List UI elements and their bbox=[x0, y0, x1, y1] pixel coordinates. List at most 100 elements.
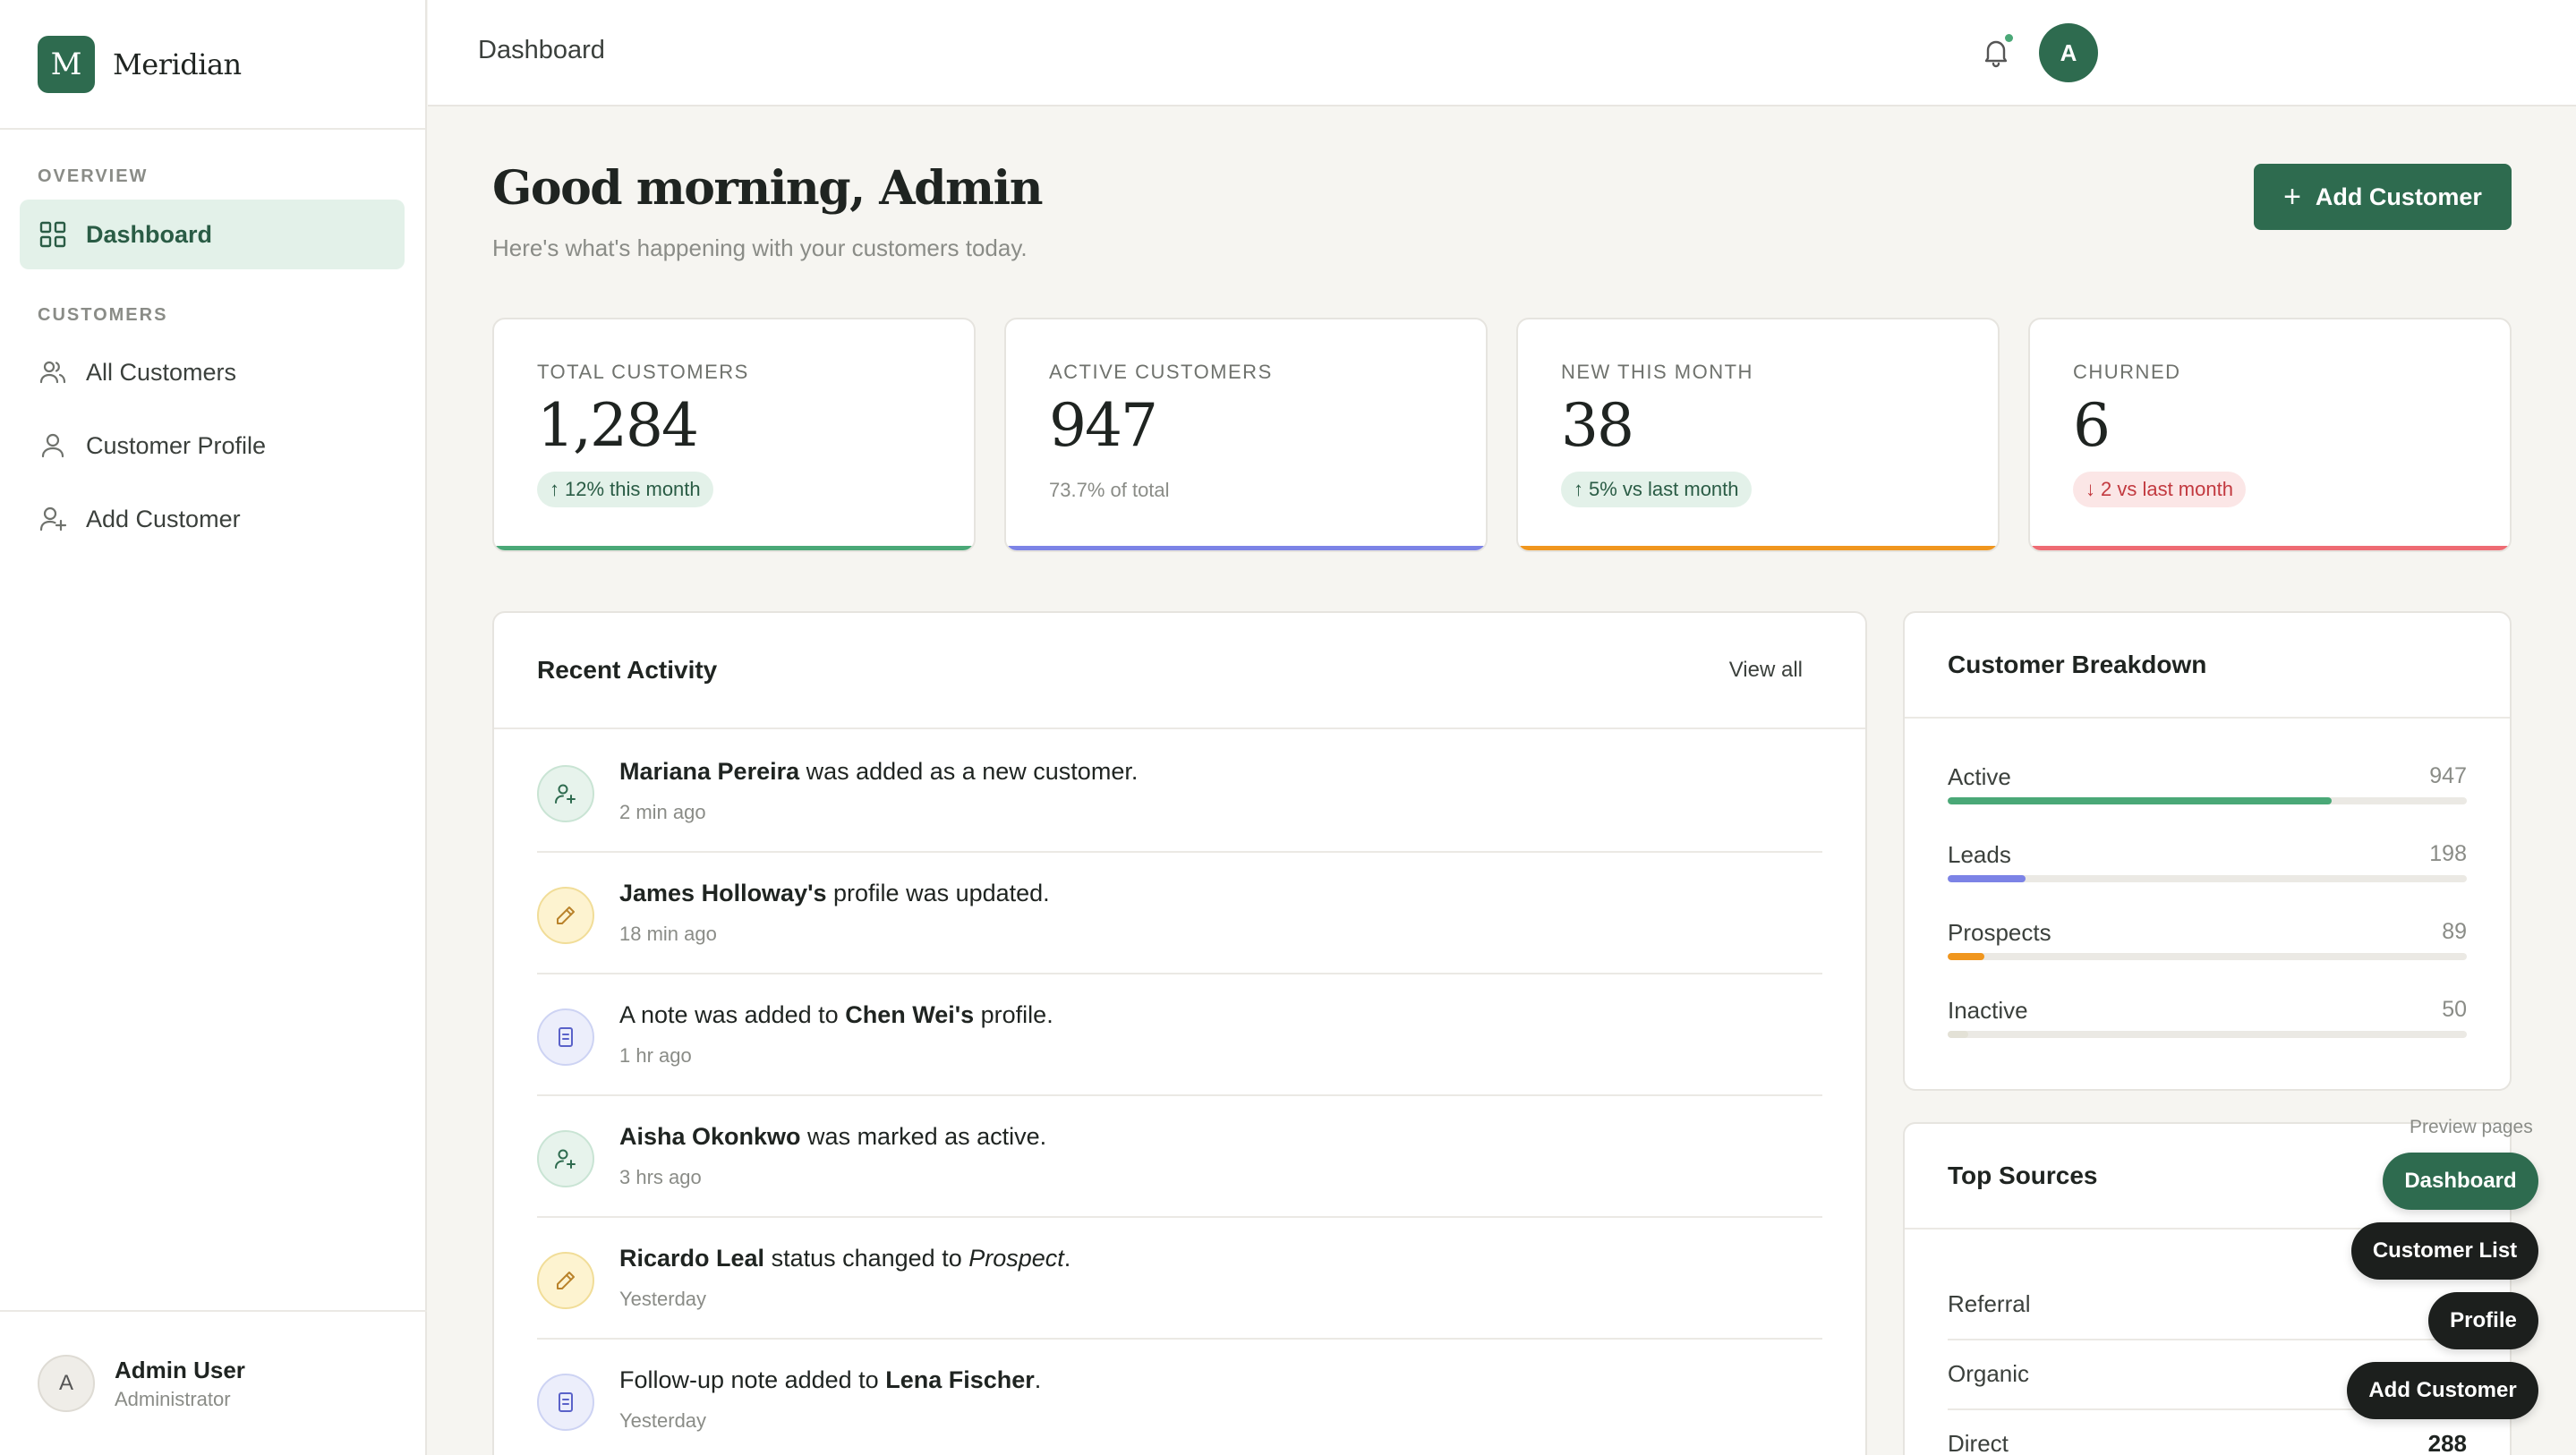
panel-title: Top Sources bbox=[1948, 1161, 2098, 1189]
view-all-link[interactable]: View all bbox=[1729, 658, 1803, 683]
avatar: A bbox=[38, 1355, 95, 1412]
activity-time: 18 min ago bbox=[619, 923, 717, 945]
user-role: Administrator bbox=[115, 1387, 231, 1410]
progress-fill bbox=[1948, 797, 2333, 804]
activity-item[interactable]: Follow-up note added to Lena Fischer. Ye… bbox=[537, 1340, 1822, 1455]
greeting-subtitle: Here's what's happening with your custom… bbox=[492, 234, 1028, 261]
stat-accent-bar bbox=[1006, 546, 1486, 550]
pencil-icon bbox=[537, 887, 594, 944]
activity-item[interactable]: A note was added to Chen Wei's profile. … bbox=[537, 974, 1822, 1096]
brand[interactable]: M Meridian bbox=[0, 0, 425, 130]
arrow-up-icon: ↑ bbox=[550, 478, 559, 500]
stat-card-new: NEW THIS MONTH 38 ↑ 5% vs last month bbox=[1516, 318, 2000, 552]
sidebar-item-label: Dashboard bbox=[86, 220, 213, 248]
progress-fill bbox=[1948, 1031, 1969, 1038]
stat-label: TOTAL CUSTOMERS bbox=[537, 361, 749, 383]
sidebar-item-label: All Customers bbox=[86, 358, 237, 386]
stat-trend: ↑ 12% this month bbox=[537, 472, 713, 507]
grid-icon bbox=[38, 219, 68, 250]
avatar[interactable]: A bbox=[2039, 23, 2098, 82]
sidebar: M Meridian OVERVIEW Dashboard CUSTOMERS … bbox=[0, 0, 427, 1455]
activity-time: 3 hrs ago bbox=[619, 1166, 702, 1188]
user-plus-icon bbox=[38, 504, 68, 534]
add-customer-button[interactable]: + Add Customer bbox=[2254, 164, 2512, 230]
stat-value: 947 bbox=[1049, 391, 1158, 460]
customer-name: Lena Fischer bbox=[885, 1366, 1035, 1393]
current-user[interactable]: A Admin User Administrator bbox=[0, 1310, 427, 1455]
stat-trend: ↑ 5% vs last month bbox=[1561, 472, 1752, 507]
customer-name: James Holloway's bbox=[619, 880, 827, 906]
user-plus-icon bbox=[537, 765, 594, 822]
users-icon bbox=[38, 357, 68, 387]
progress-track bbox=[1948, 875, 2467, 882]
pencil-icon bbox=[537, 1252, 594, 1309]
customer-name: Ricardo Leal bbox=[619, 1245, 765, 1272]
sidebar-item-customer-profile[interactable]: Customer Profile bbox=[20, 411, 405, 481]
activity-item[interactable]: Ricardo Leal status changed to Prospect.… bbox=[537, 1218, 1822, 1340]
stat-label: ACTIVE CUSTOMERS bbox=[1049, 361, 1273, 383]
sidebar-item-all-customers[interactable]: All Customers bbox=[20, 337, 405, 407]
stat-accent-bar bbox=[2030, 546, 2510, 550]
plus-icon: + bbox=[2283, 179, 2301, 214]
nav-section-overview: OVERVIEW bbox=[38, 166, 149, 186]
panel-header: Recent Activity View all bbox=[494, 613, 1865, 729]
stat-accent-bar bbox=[494, 546, 974, 550]
preview-dashboard-button[interactable]: Dashboard bbox=[2383, 1153, 2538, 1210]
panel-title: Recent Activity bbox=[537, 656, 718, 684]
activity-time: Yesterday bbox=[619, 1409, 707, 1432]
stat-label: NEW THIS MONTH bbox=[1561, 361, 1753, 383]
brand-name: Meridian bbox=[113, 47, 242, 81]
nav-section-customers: CUSTOMERS bbox=[38, 305, 168, 325]
breakdown-row-leads: Leads 198 bbox=[1948, 841, 2467, 882]
panel-header: Customer Breakdown bbox=[1905, 613, 2510, 719]
note-icon bbox=[537, 1374, 594, 1431]
breakdown-row-active: Active 947 bbox=[1948, 763, 2467, 804]
arrow-up-icon: ↑ bbox=[1574, 478, 1583, 500]
stat-label: CHURNED bbox=[2073, 361, 2181, 383]
greeting: Good morning, Admin bbox=[492, 161, 1044, 216]
activity-time: 2 min ago bbox=[619, 801, 706, 823]
source-row: Referral bbox=[1948, 1271, 2467, 1340]
progress-fill bbox=[1948, 953, 1984, 960]
arrow-down-icon: ↓ bbox=[2086, 478, 2095, 500]
stat-card-active: ACTIVE CUSTOMERS 947 73.7% of total bbox=[1004, 318, 1488, 552]
customer-name: Chen Wei's bbox=[845, 1001, 975, 1028]
activity-item[interactable]: Mariana Pereira was added as a new custo… bbox=[537, 731, 1822, 853]
progress-fill bbox=[1948, 875, 2026, 882]
stat-value: 1,284 bbox=[537, 391, 699, 460]
progress-track bbox=[1948, 1031, 2467, 1038]
note-icon bbox=[537, 1008, 594, 1066]
stat-trend: ↓ 2 vs last month bbox=[2073, 472, 2246, 507]
brand-logo: M bbox=[38, 35, 95, 93]
progress-track bbox=[1948, 797, 2467, 804]
recent-activity-panel: Recent Activity View all Mariana Pereira… bbox=[492, 611, 1867, 1455]
user-icon bbox=[38, 430, 68, 461]
sidebar-item-add-customer[interactable]: Add Customer bbox=[20, 484, 405, 554]
sidebar-item-dashboard[interactable]: Dashboard bbox=[20, 200, 405, 269]
stat-accent-bar bbox=[1518, 546, 1998, 550]
customer-breakdown-panel: Customer Breakdown Active 947 Leads 198 … bbox=[1903, 611, 2512, 1091]
stat-value: 6 bbox=[2073, 391, 2111, 460]
preview-add-customer-button[interactable]: Add Customer bbox=[2347, 1362, 2538, 1419]
stat-card-churned: CHURNED 6 ↓ 2 vs last month bbox=[2028, 318, 2512, 552]
activity-item[interactable]: Aisha Okonkwo was marked as active. 3 hr… bbox=[537, 1096, 1822, 1218]
topbar: Dashboard bbox=[428, 0, 2576, 106]
user-plus-icon bbox=[537, 1130, 594, 1187]
activity-time: Yesterday bbox=[619, 1288, 707, 1310]
user-name: Admin User bbox=[115, 1356, 245, 1383]
breakdown-row-prospects: Prospects 89 bbox=[1948, 919, 2467, 960]
page-title: Dashboard bbox=[478, 36, 605, 64]
stat-value: 38 bbox=[1561, 391, 1634, 460]
preview-pages-label: Preview pages bbox=[2410, 1117, 2533, 1137]
progress-track bbox=[1948, 953, 2467, 960]
customer-name: Aisha Okonkwo bbox=[619, 1123, 801, 1150]
activity-time: 1 hr ago bbox=[619, 1044, 692, 1067]
stat-note: 73.7% of total bbox=[1049, 479, 1170, 501]
sidebar-item-label: Add Customer bbox=[86, 505, 241, 532]
panel-title: Customer Breakdown bbox=[1948, 651, 2207, 678]
customer-name: Mariana Pereira bbox=[619, 758, 800, 785]
activity-item[interactable]: James Holloway's profile was updated. 18… bbox=[537, 853, 1822, 974]
stat-card-total: TOTAL CUSTOMERS 1,284 ↑ 12% this month bbox=[492, 318, 976, 552]
preview-profile-button[interactable]: Profile bbox=[2428, 1292, 2538, 1349]
preview-customer-list-button[interactable]: Customer List bbox=[2351, 1222, 2538, 1280]
